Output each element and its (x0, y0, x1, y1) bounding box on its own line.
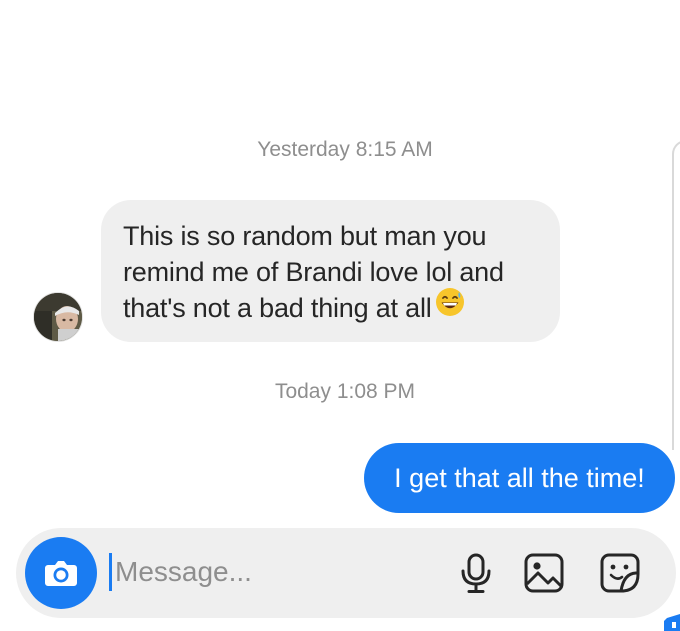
corner-badge-icon (664, 614, 680, 631)
message-input[interactable] (109, 552, 445, 592)
gallery-button[interactable] (521, 550, 567, 596)
incoming-message-line-text: that's not a bad thing at all (123, 293, 432, 323)
incoming-message-bubble[interactable]: This is so random but man you remind me … (101, 200, 560, 342)
microphone-icon (461, 553, 491, 593)
message-composer (16, 528, 676, 618)
outgoing-message-bubble[interactable]: I get that all the time! (364, 443, 675, 513)
timestamp-today: Today 1:08 PM (274, 380, 416, 403)
incoming-message-line-last: that's not a bad thing at all (123, 288, 540, 327)
chat-screen: Yesterday 8:15 AM This is so random but … (0, 0, 680, 631)
sticker-button[interactable] (597, 550, 643, 596)
sender-avatar[interactable] (33, 292, 83, 342)
grinning-face-with-sweat-icon (434, 286, 466, 327)
gallery-icon (524, 553, 564, 593)
camera-button[interactable] (25, 537, 97, 609)
avatar-photo (34, 293, 82, 341)
incoming-message-line: This is so random but man you (123, 221, 487, 251)
incoming-message-line: remind me of Brandi love lol and (123, 257, 504, 287)
timestamp-yesterday: Yesterday 8:15 AM (257, 138, 433, 161)
voice-message-button[interactable] (453, 550, 499, 596)
sticker-icon (600, 553, 640, 593)
camera-icon (45, 561, 77, 586)
